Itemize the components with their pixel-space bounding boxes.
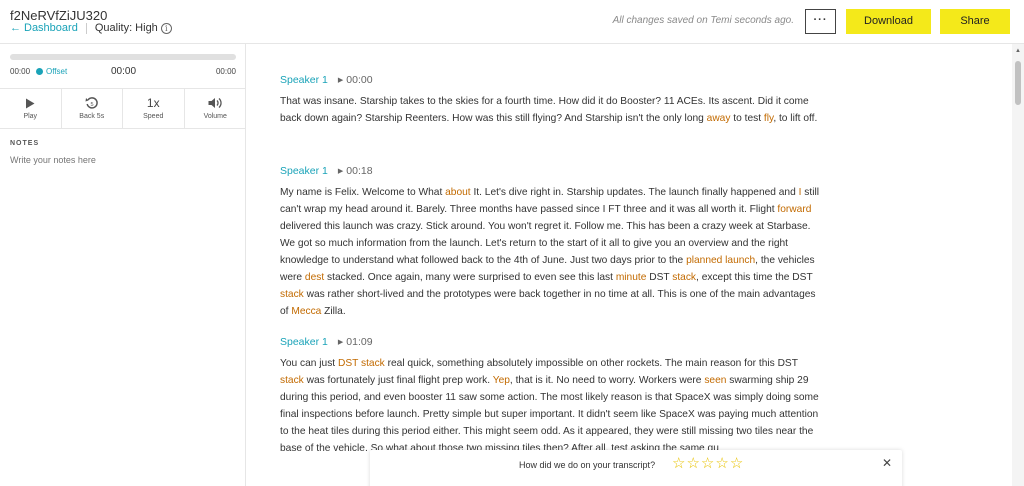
low-confidence-word[interactable]: seen xyxy=(704,375,726,386)
volume-button[interactable]: Volume xyxy=(185,89,247,128)
paragraph-text[interactable]: My name is Felix. Welcome to What about … xyxy=(280,184,820,320)
low-confidence-word[interactable]: planned launch xyxy=(686,255,755,266)
play-icon: ▶ xyxy=(337,339,344,346)
paragraph-text[interactable]: You can just DST stack real quick, somet… xyxy=(280,355,820,457)
svg-text:5: 5 xyxy=(90,102,93,108)
divider xyxy=(85,22,87,34)
document-title: f2NeRVfZiJU320 xyxy=(10,8,108,23)
timestamp-play-button[interactable]: ▶ 00:00 xyxy=(338,74,373,86)
speaker-label[interactable]: Speaker 1 xyxy=(280,165,328,177)
dashboard-link-label: Dashboard xyxy=(24,22,78,34)
star-icon[interactable]: ☆ xyxy=(715,456,728,471)
play-button[interactable]: Play xyxy=(0,89,62,128)
timestamp: 00:18 xyxy=(346,165,373,177)
player-panel: 00:00 Offset 00:00 00:00 Play 5 Back 5s … xyxy=(0,44,246,486)
paragraph-header: Speaker 1 ▶ 00:00 xyxy=(280,73,820,87)
rating-question: How did we do on your transcript? xyxy=(519,460,656,470)
volume-icon xyxy=(185,96,247,110)
low-confidence-word[interactable]: Yep xyxy=(493,375,510,386)
low-confidence-word[interactable]: stack xyxy=(280,289,304,300)
low-confidence-word[interactable]: dest xyxy=(305,272,324,283)
transcript-area: Speaker 1 ▶ 00:00 That was insane. Stars… xyxy=(247,44,1012,486)
scrollbar-thumb[interactable] xyxy=(1015,61,1021,105)
more-options-button[interactable]: ··· xyxy=(805,9,836,34)
paragraph-header: Speaker 1 ▶ 01:09 xyxy=(280,335,820,349)
speaker-label[interactable]: Speaker 1 xyxy=(280,74,328,86)
star-icon[interactable]: ☆ xyxy=(686,456,699,471)
transcript-paragraph: Speaker 1 ▶ 00:18 My name is Felix. Welc… xyxy=(280,164,820,320)
app-header: f2NeRVfZiJU320 ← Dashboard Quality: High… xyxy=(0,0,1024,44)
timestamp-play-button[interactable]: ▶ 00:18 xyxy=(338,165,373,177)
transcript-paragraph: Speaker 1 ▶ 01:09 You can just DST stack… xyxy=(280,335,820,457)
notes-input[interactable] xyxy=(10,155,236,165)
volume-label: Volume xyxy=(203,113,227,120)
download-button[interactable]: Download xyxy=(846,9,931,34)
current-time: 00:00 xyxy=(111,66,137,77)
speed-value: 1x xyxy=(146,96,160,110)
low-confidence-word[interactable]: forward xyxy=(777,204,811,215)
timestamp-play-button[interactable]: ▶ 01:09 xyxy=(338,336,373,348)
low-confidence-word[interactable]: fly xyxy=(764,113,773,124)
play-icon: ▶ xyxy=(337,168,344,175)
vertical-scrollbar[interactable]: ▲ xyxy=(1012,44,1024,486)
offset-label: Offset xyxy=(46,67,68,76)
time-row: 00:00 Offset 00:00 00:00 xyxy=(10,66,236,78)
play-label: Play xyxy=(23,113,38,120)
low-confidence-word[interactable]: I xyxy=(799,187,802,198)
offset-button[interactable]: Offset xyxy=(36,67,67,76)
speaker-label[interactable]: Speaker 1 xyxy=(280,336,328,348)
low-confidence-word[interactable]: Mecca xyxy=(291,306,321,317)
close-icon[interactable]: ✕ xyxy=(882,456,892,470)
low-confidence-word[interactable]: DST stack xyxy=(338,358,385,369)
timestamp: 01:09 xyxy=(346,336,373,348)
star-rating: ☆ ☆ ☆ ☆ ☆ xyxy=(672,456,744,471)
arrow-left-icon: ← xyxy=(10,22,21,34)
low-confidence-word[interactable]: stack xyxy=(280,375,304,386)
back-5s-button[interactable]: 5 Back 5s xyxy=(62,89,123,128)
low-confidence-word[interactable]: about xyxy=(445,187,471,198)
star-icon[interactable]: ☆ xyxy=(730,456,743,471)
speed-button[interactable]: 1x Speed xyxy=(123,89,185,128)
low-confidence-word[interactable]: away xyxy=(707,113,731,124)
rating-popup: How did we do on your transcript? ☆ ☆ ☆ … xyxy=(370,450,902,486)
back-5s-label: Back 5s xyxy=(79,113,105,120)
timestamp: 00:00 xyxy=(346,74,373,86)
paragraph-header: Speaker 1 ▶ 00:18 xyxy=(280,164,820,178)
audio-scrubber[interactable] xyxy=(10,54,236,60)
paragraph-text[interactable]: That was insane. Starship takes to the s… xyxy=(280,93,820,127)
star-icon[interactable]: ☆ xyxy=(701,456,714,471)
low-confidence-word[interactable]: stack xyxy=(672,272,696,283)
offset-icon xyxy=(36,68,43,75)
playback-controls: Play 5 Back 5s 1x Speed Volume xyxy=(0,88,246,129)
end-time: 00:00 xyxy=(215,67,236,76)
play-icon xyxy=(0,96,61,110)
info-icon[interactable]: i xyxy=(160,22,172,34)
save-status: All changes saved on Temi seconds ago. xyxy=(612,15,794,26)
play-icon: ▶ xyxy=(337,77,344,84)
scroll-up-icon[interactable]: ▲ xyxy=(1015,48,1021,54)
header-nav: ← Dashboard Quality: High i xyxy=(10,22,172,34)
transcript-paragraph: Speaker 1 ▶ 00:00 That was insane. Stars… xyxy=(280,73,820,127)
share-button[interactable]: Share xyxy=(940,9,1010,34)
notes-heading: NOTES xyxy=(10,140,40,147)
start-time: 00:00 xyxy=(10,67,31,76)
dashboard-link[interactable]: ← Dashboard xyxy=(10,22,78,34)
star-icon[interactable]: ☆ xyxy=(672,456,685,471)
speed-label: Speed xyxy=(143,113,164,120)
quality-label: Quality: High xyxy=(94,22,158,34)
rewind-icon: 5 xyxy=(62,96,123,110)
low-confidence-word[interactable]: minute xyxy=(616,272,647,283)
